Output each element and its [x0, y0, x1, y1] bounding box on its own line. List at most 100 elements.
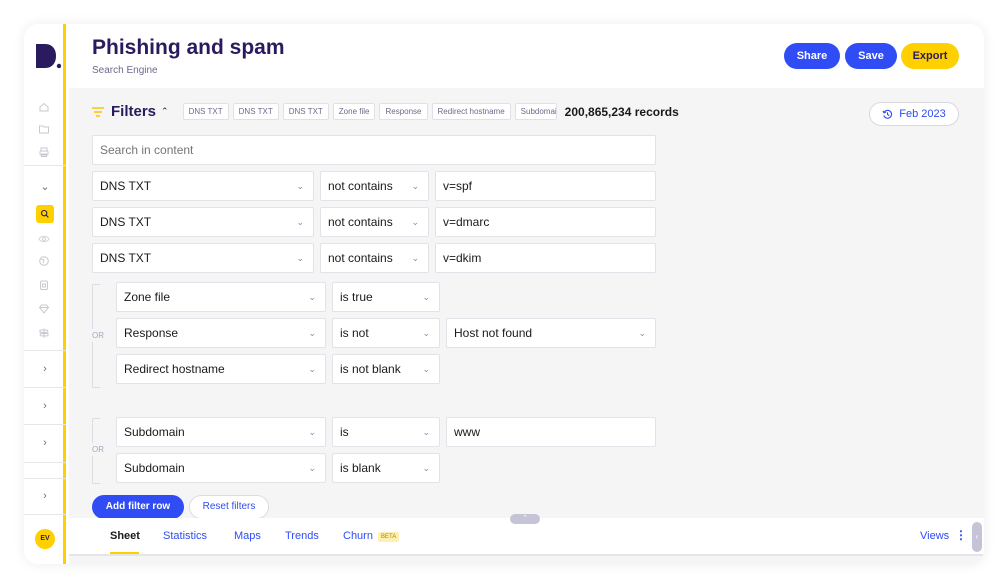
section-expand-chevron-icon[interactable]: ›	[24, 363, 66, 375]
avatar[interactable]: EV	[35, 529, 55, 549]
history-clock-icon	[882, 109, 893, 119]
value-input-text: v=dkim	[443, 251, 482, 265]
search-input[interactable]	[92, 135, 656, 165]
chevron-down-icon: ⌄	[638, 328, 646, 338]
page-subtitle: Search Engine	[92, 65, 158, 76]
operator-select-value: is	[340, 425, 349, 439]
field-select[interactable]: Redirect hostname ⌄	[116, 354, 326, 384]
sidebar-divider	[24, 424, 66, 425]
operator-select[interactable]: not contains ⌄	[320, 207, 429, 237]
chevron-down-icon: ⌄	[422, 427, 430, 437]
signpost-icon[interactable]	[37, 326, 51, 340]
chevron-down-icon: ⌄	[308, 463, 316, 473]
tab-sheet[interactable]: Sheet	[110, 530, 140, 542]
sidebar-divider	[24, 478, 66, 479]
date-picker-button[interactable]: Feb 2023	[869, 102, 959, 126]
header: Phishing and spam Search Engine Share Sa…	[69, 24, 984, 88]
app-window: ⌄ › › › › EV › Phishing and spa	[24, 24, 984, 564]
filters-title[interactable]: Filters	[111, 103, 156, 120]
field-select[interactable]: DNS TXT ⌄	[92, 171, 314, 201]
chevron-down-icon: ⌄	[422, 364, 430, 374]
filter-chip[interactable]: Subdomain	[514, 103, 557, 120]
value-input[interactable]: www	[446, 417, 656, 447]
filter-chip[interactable]: Redirect hostname	[431, 103, 511, 120]
filter-chip[interactable]: DNS TXT	[282, 103, 329, 120]
page-title: Phishing and spam	[92, 36, 285, 59]
value-select[interactable]: Host not found ⌄	[446, 318, 656, 348]
value-input[interactable]: v=dkim	[435, 243, 656, 273]
printer-icon[interactable]	[37, 145, 51, 159]
operator-select[interactable]: not contains ⌄	[320, 243, 429, 273]
tab-churn[interactable]: Churn	[343, 530, 373, 542]
section-expand-chevron-icon[interactable]: ›	[24, 490, 66, 502]
add-filter-row-button[interactable]: Add filter row	[92, 495, 184, 519]
globe-icon[interactable]	[37, 254, 51, 268]
or-label: OR	[92, 329, 104, 342]
field-select[interactable]: Response ⌄	[116, 318, 326, 348]
tab-maps[interactable]: Maps	[234, 530, 261, 542]
chevron-down-icon: ⌄	[422, 463, 430, 473]
more-vertical-icon[interactable]: ⋮	[955, 528, 967, 542]
chevron-down-icon: ⌄	[411, 217, 419, 227]
value-input[interactable]: v=dmarc	[435, 207, 656, 237]
field-select[interactable]: Subdomain ⌄	[116, 453, 326, 483]
diamond-icon[interactable]	[37, 302, 51, 316]
filter-icon	[92, 106, 104, 117]
field-select[interactable]: Zone file ⌄	[116, 282, 326, 312]
operator-select[interactable]: is true ⌄	[332, 282, 440, 312]
share-button[interactable]: Share	[784, 43, 840, 69]
export-button[interactable]: Export	[901, 43, 959, 69]
value-input[interactable]: v=spf	[435, 171, 656, 201]
chevron-down-icon: ⌄	[308, 427, 316, 437]
field-select-value: Redirect hostname	[124, 362, 225, 376]
search-icon[interactable]	[36, 205, 54, 223]
date-label: Feb 2023	[899, 108, 946, 120]
sidebar-divider	[24, 350, 66, 351]
sidebar-divider	[24, 387, 66, 388]
eye-icon[interactable]	[37, 232, 51, 246]
save-button[interactable]: Save	[845, 43, 897, 69]
value-input-text: www	[454, 425, 480, 439]
sheet-area	[69, 556, 984, 564]
sidebar: ⌄ › › › › EV	[24, 24, 66, 564]
collapse-caret-icon[interactable]: ⌃	[161, 106, 169, 117]
field-select-value: Response	[124, 326, 179, 340]
filter-chip[interactable]: Zone file	[332, 103, 376, 120]
collapse-filters-handle[interactable]: ⌃	[510, 514, 540, 524]
operator-select-value: is not	[340, 326, 369, 340]
or-label: OR	[92, 443, 104, 456]
operator-select[interactable]: not contains ⌄	[320, 171, 429, 201]
reset-filters-button[interactable]: Reset filters	[189, 495, 269, 519]
filter-chip[interactable]: DNS TXT	[182, 103, 229, 120]
filter-chip[interactable]: DNS TXT	[232, 103, 279, 120]
chevron-down-icon: ⌄	[308, 292, 316, 302]
chevron-down-icon[interactable]: ⌄	[24, 180, 66, 193]
active-tab-indicator	[110, 552, 139, 554]
filter-chip[interactable]: Response	[379, 103, 428, 120]
folder-icon[interactable]	[37, 122, 51, 136]
chevron-down-icon: ⌄	[308, 328, 316, 338]
chevron-down-icon: ⌄	[422, 328, 430, 338]
operator-select-value: is not blank	[340, 362, 401, 376]
views-button[interactable]: Views	[920, 530, 949, 542]
chevron-down-icon: ⌄	[422, 292, 430, 302]
value-select-value: Host not found	[454, 326, 533, 340]
field-select-value: DNS TXT	[100, 215, 152, 229]
section-expand-chevron-icon[interactable]: ›	[24, 437, 66, 449]
side-panel-handle[interactable]: ‹	[972, 522, 982, 552]
operator-select[interactable]: is not blank ⌄	[332, 354, 440, 384]
operator-select[interactable]: is blank ⌄	[332, 453, 440, 483]
tab-trends[interactable]: Trends	[285, 530, 319, 542]
field-select-value: Subdomain	[124, 461, 185, 475]
lock-icon[interactable]	[37, 278, 51, 292]
operator-select[interactable]: is ⌄	[332, 417, 440, 447]
field-select[interactable]: Subdomain ⌄	[116, 417, 326, 447]
operator-select[interactable]: is not ⌄	[332, 318, 440, 348]
tab-statistics[interactable]: Statistics	[163, 530, 207, 542]
field-select[interactable]: DNS TXT ⌄	[92, 207, 314, 237]
field-select[interactable]: DNS TXT ⌄	[92, 243, 314, 273]
section-expand-chevron-icon[interactable]: ›	[24, 400, 66, 412]
home-icon[interactable]	[37, 100, 51, 114]
filters-header: Filters ⌃ DNS TXT DNS TXT DNS TXT Zone f…	[92, 103, 679, 120]
field-select-value: Subdomain	[124, 425, 185, 439]
